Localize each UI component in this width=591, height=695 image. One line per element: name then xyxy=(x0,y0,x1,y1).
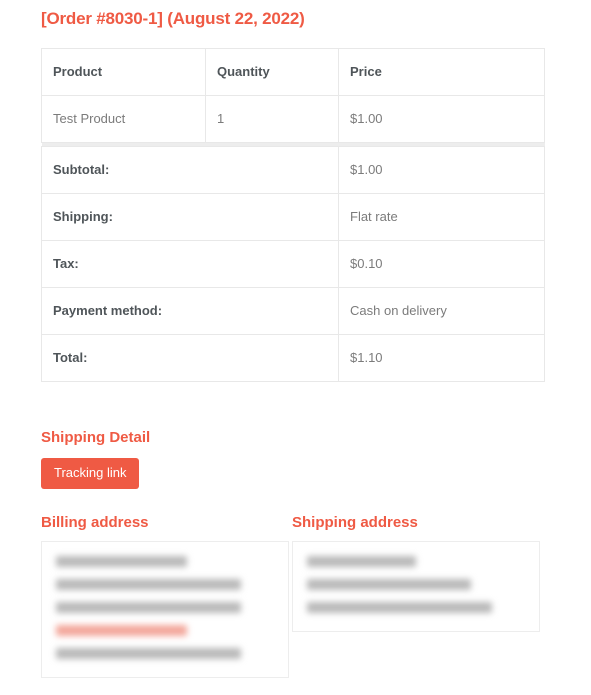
table-row-shipping: Shipping: Flat rate xyxy=(41,193,545,241)
order-summary-table-wrapper: Product Quantity Price Test Product 1 $1… xyxy=(41,48,545,382)
table-row-payment-method: Payment method: Cash on delivery xyxy=(41,287,545,335)
order-email-page: [Order #8030-1] (August 22, 2022) Produc… xyxy=(0,9,591,678)
address-headings-row: Billing address Shipping address xyxy=(41,514,544,531)
shipping-address-box xyxy=(292,541,540,632)
shipping-detail-heading: Shipping Detail xyxy=(41,429,151,446)
cell-label-payment-method: Payment method: xyxy=(41,287,339,335)
cell-label-tax: Tax: xyxy=(41,240,339,288)
cell-value-payment-method: Cash on delivery xyxy=(338,287,545,335)
table-row-tax: Tax: $0.10 xyxy=(41,240,545,288)
cell-label-total: Total: xyxy=(41,334,339,382)
cell-label-subtotal: Subtotal: xyxy=(41,146,339,194)
cell-product-price: $1.00 xyxy=(338,95,545,143)
cell-value-shipping: Flat rate xyxy=(338,193,545,241)
billing-address-heading: Billing address xyxy=(41,514,149,531)
shipping-address-heading: Shipping address xyxy=(292,514,418,531)
redacted-address-line xyxy=(307,556,416,567)
cell-value-subtotal: $1.00 xyxy=(338,146,545,194)
table-row: Test Product 1 $1.00 xyxy=(41,95,545,143)
column-header-product: Product xyxy=(41,48,206,96)
shipping-address-heading-col: Shipping address xyxy=(292,514,543,531)
cell-product-name: Test Product xyxy=(41,95,206,143)
table-body: Test Product 1 $1.00 Subtotal: $1.00 Shi… xyxy=(41,95,545,382)
redacted-address-line xyxy=(56,556,187,567)
order-title: [Order #8030-1] (August 22, 2022) xyxy=(41,9,305,28)
redacted-address-line xyxy=(307,579,471,590)
column-header-quantity: Quantity xyxy=(205,48,339,96)
billing-address-col xyxy=(41,541,292,678)
billing-address-box xyxy=(41,541,289,678)
address-boxes-row xyxy=(41,541,544,678)
cell-product-quantity: 1 xyxy=(205,95,339,143)
table-row-subtotal: Subtotal: $1.00 xyxy=(41,146,545,194)
redacted-address-line xyxy=(56,579,242,590)
column-header-price: Price xyxy=(338,48,545,96)
table-row-total: Total: $1.10 xyxy=(41,334,545,382)
order-summary-table: Product Quantity Price Test Product 1 $1… xyxy=(41,48,545,382)
redacted-address-line xyxy=(307,602,493,613)
billing-address-heading-col: Billing address xyxy=(41,514,292,531)
cell-value-total: $1.10 xyxy=(338,334,545,382)
tracking-link-button[interactable]: Tracking link xyxy=(41,458,140,489)
cell-value-tax: $0.10 xyxy=(338,240,545,288)
redacted-phone-line[interactable] xyxy=(56,625,187,636)
table-header-row: Product Quantity Price xyxy=(41,48,545,96)
table-head: Product Quantity Price xyxy=(41,48,545,96)
shipping-address-col xyxy=(292,541,543,632)
redacted-email-line[interactable] xyxy=(56,648,242,659)
cell-label-shipping: Shipping: xyxy=(41,193,339,241)
redacted-address-line xyxy=(56,602,242,613)
